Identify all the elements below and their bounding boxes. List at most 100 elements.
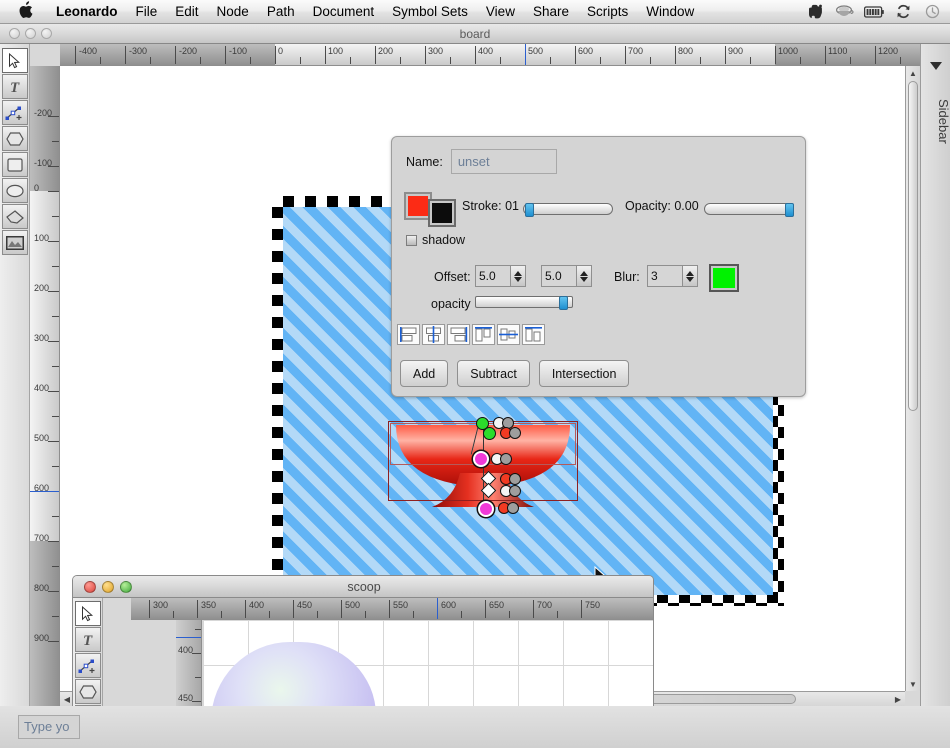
svg-text:T: T xyxy=(10,80,20,95)
sync-refresh-icon[interactable] xyxy=(893,3,913,21)
text-entry-field[interactable]: Type yo xyxy=(18,715,80,739)
polygon-tool[interactable] xyxy=(1,126,28,151)
shadow-opacity-slider-thumb[interactable] xyxy=(559,296,568,310)
rectangle-tool[interactable] xyxy=(1,152,28,177)
clock-history-icon[interactable] xyxy=(922,3,942,21)
stroke-color-swatch[interactable] xyxy=(428,199,456,227)
scoop-window-titlebar[interactable]: scoop xyxy=(73,576,653,598)
boolean-subtract-button[interactable]: Subtract xyxy=(457,360,530,387)
scoop-h-label: 700 xyxy=(537,600,553,610)
menu-path[interactable]: Path xyxy=(258,0,304,24)
align-center-horizontal-icon[interactable] xyxy=(422,324,445,345)
main-sidebar-strip[interactable]: Sidebar xyxy=(920,44,950,724)
scoop-h-label: 650 xyxy=(489,600,505,610)
menu-node[interactable]: Node xyxy=(208,0,258,24)
text-tool[interactable]: T xyxy=(74,627,101,652)
pen-node-tool[interactable] xyxy=(74,653,101,678)
boolean-intersection-button[interactable]: Intersection xyxy=(538,360,630,387)
v-ruler-label: 0 xyxy=(34,183,40,193)
node-handle-green-2[interactable] xyxy=(483,427,496,440)
apple-logo-icon[interactable] xyxy=(18,1,33,22)
menu-document[interactable]: Document xyxy=(304,0,384,24)
ellipse-tool[interactable] xyxy=(1,178,28,203)
blur-label: Blur: xyxy=(614,270,640,284)
v-ruler-label: 200 xyxy=(34,283,50,293)
freeform-shape-tool[interactable] xyxy=(1,204,28,229)
align-right-icon[interactable] xyxy=(447,324,470,345)
pen-node-tool[interactable] xyxy=(1,100,28,125)
align-middle-vertical-icon[interactable] xyxy=(497,324,520,345)
boolean-add-button[interactable]: Add xyxy=(400,360,449,387)
align-left-icon[interactable] xyxy=(397,324,420,345)
scoop-v-guide xyxy=(176,637,201,638)
align-bottom-icon[interactable] xyxy=(522,324,545,345)
select-arrow-tool[interactable] xyxy=(1,48,28,73)
select-arrow-tool[interactable] xyxy=(74,601,101,626)
properties-dialog[interactable]: Name: Stroke: 01 Opacity: 0.00 shado xyxy=(391,136,806,397)
h-ruler-label: 200 xyxy=(378,46,394,56)
menu-symbol-sets[interactable]: Symbol Sets xyxy=(383,0,477,24)
sidebar-disclosure-triangle-icon[interactable] xyxy=(930,62,942,70)
image-tool[interactable] xyxy=(1,230,28,255)
menu-edit[interactable]: Edit xyxy=(166,0,207,24)
v-ruler-label: 900 xyxy=(34,633,50,643)
bowl-object-group[interactable] xyxy=(388,411,588,521)
offset-x-input[interactable] xyxy=(475,265,510,287)
opacity-slider[interactable] xyxy=(704,203,794,217)
text-tool[interactable]: T xyxy=(1,74,28,99)
blur-stepper[interactable] xyxy=(647,265,698,287)
offset-y-stepper[interactable] xyxy=(541,265,592,287)
vertical-ruler[interactable]: -200 -100 0 100 200 300 400 500 600 700 … xyxy=(30,66,60,724)
menu-leonardo[interactable]: Leonardo xyxy=(47,0,127,24)
battery-icon[interactable] xyxy=(864,3,884,21)
shadow-color-swatch[interactable] xyxy=(709,264,739,292)
shadow-opacity-slider[interactable] xyxy=(475,296,573,310)
main-toolbox: T xyxy=(0,44,30,724)
canvas-vertical-scrollbar[interactable]: ▲ ▼ xyxy=(905,66,920,691)
scroll-right-arrow[interactable]: ▶ xyxy=(892,692,904,706)
blur-input[interactable] xyxy=(647,265,682,287)
menu-view[interactable]: View xyxy=(477,0,524,24)
menu-share[interactable]: Share xyxy=(524,0,578,24)
scroll-down-arrow[interactable]: ▼ xyxy=(906,678,920,690)
shadow-checkbox[interactable] xyxy=(406,234,417,246)
menu-file[interactable]: File xyxy=(127,0,167,24)
node-handle-gray-4[interactable] xyxy=(509,473,521,485)
name-input[interactable] xyxy=(450,149,557,174)
h-ruler-label: 300 xyxy=(428,46,444,56)
offset-x-stepper[interactable] xyxy=(475,265,526,287)
offset-y-input[interactable] xyxy=(541,265,576,287)
offset-y-spin-buttons[interactable] xyxy=(576,265,592,287)
opacity-slider-thumb[interactable] xyxy=(785,203,794,217)
vertical-scroll-thumb[interactable] xyxy=(908,81,918,411)
sidebar-label: Sidebar xyxy=(936,99,950,144)
node-handle-gray-2[interactable] xyxy=(509,427,521,439)
polygon-tool[interactable] xyxy=(74,679,101,704)
stroke-slider-thumb[interactable] xyxy=(525,203,534,217)
scoop-horizontal-ruler[interactable]: 300 350 400 450 500 550 600 650 700 750 xyxy=(131,598,653,620)
stroke-slider[interactable] xyxy=(523,203,613,217)
main-window-titlebar[interactable]: board xyxy=(0,24,950,44)
node-handle-gray-6[interactable] xyxy=(507,502,519,514)
node-handle-gray-3[interactable] xyxy=(500,453,512,465)
menu-window[interactable]: Window xyxy=(637,0,703,24)
boolean-button-group: Add Subtract Intersection xyxy=(400,360,630,387)
shadow-opacity-label: opacity xyxy=(431,297,471,311)
horizontal-ruler[interactable]: -400 -300 -200 -100 0 100 200 300 400 50… xyxy=(60,44,920,66)
coffee-cup-icon[interactable] xyxy=(835,3,855,21)
node-handle-gray-5[interactable] xyxy=(509,485,521,497)
scroll-up-arrow[interactable]: ▲ xyxy=(906,67,920,79)
scoop-h-label: 450 xyxy=(297,600,313,610)
menu-scripts[interactable]: Scripts xyxy=(578,0,637,24)
offset-x-spin-buttons[interactable] xyxy=(510,265,526,287)
svg-text:T: T xyxy=(83,633,93,648)
scoop-h-label: 300 xyxy=(153,600,169,610)
node-handle-magenta-2[interactable] xyxy=(478,501,494,517)
blur-spin-buttons[interactable] xyxy=(682,265,698,287)
align-top-icon[interactable] xyxy=(472,324,495,345)
h-ruler-label: 500 xyxy=(528,46,544,56)
main-window-board: board T -400 -300 -200 -100 0 100 200 30… xyxy=(0,24,950,748)
h-ruler-label: 0 xyxy=(278,46,284,56)
evernote-elephant-icon[interactable] xyxy=(806,3,826,21)
node-handle-magenta[interactable] xyxy=(473,451,489,467)
